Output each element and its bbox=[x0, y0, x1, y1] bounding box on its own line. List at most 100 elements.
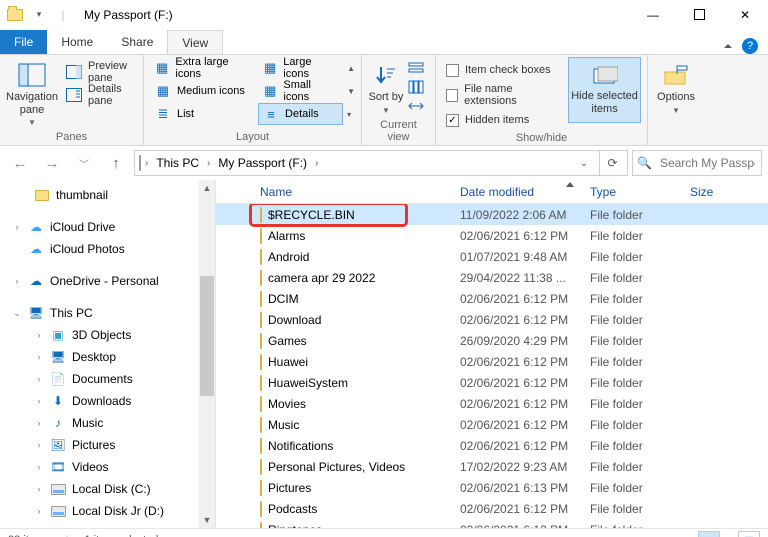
search-input[interactable] bbox=[658, 155, 757, 171]
address-bar[interactable]: › This PC › My Passport (F:) › ⌄ ⟳ bbox=[134, 150, 628, 176]
col-size[interactable]: Size bbox=[684, 180, 754, 203]
layout-list[interactable]: ≣List bbox=[150, 103, 258, 125]
scroll-thumb[interactable] bbox=[200, 276, 214, 396]
nav-desktop[interactable]: ›🖥Desktop bbox=[0, 346, 215, 368]
file-row[interactable]: Alarms02/06/2021 6:12 PMFile folder bbox=[216, 225, 768, 246]
file-name-extensions-toggle[interactable]: File name extensions bbox=[442, 84, 564, 106]
expand-icon[interactable]: › bbox=[34, 374, 44, 384]
expand-icon[interactable]: › bbox=[34, 440, 44, 450]
hide-selected-items-button[interactable]: Hide selected items bbox=[568, 57, 641, 123]
file-row[interactable]: DCIM02/06/2021 6:12 PMFile folder bbox=[216, 288, 768, 309]
collapse-ribbon-icon[interactable] bbox=[724, 44, 732, 48]
breadcrumb-this-pc[interactable]: This PC bbox=[152, 156, 203, 170]
address-dropdown-icon[interactable]: ⌄ bbox=[573, 158, 595, 169]
checkbox-unchecked-icon bbox=[446, 64, 459, 77]
share-tab[interactable]: Share bbox=[107, 30, 167, 54]
layout-small[interactable]: ▦Small icons bbox=[258, 80, 343, 102]
nav-downloads[interactable]: ›⬇Downloads bbox=[0, 390, 215, 412]
file-row[interactable]: Podcasts02/06/2021 6:12 PMFile folder bbox=[216, 498, 768, 519]
file-row[interactable]: Music02/06/2021 6:12 PMFile folder bbox=[216, 414, 768, 435]
file-tab[interactable]: File bbox=[0, 30, 47, 54]
maximize-button[interactable] bbox=[676, 0, 722, 30]
expand-icon[interactable]: › bbox=[34, 396, 44, 406]
file-row[interactable]: Ringtones02/06/2021 6:12 PMFile folder bbox=[216, 519, 768, 528]
chevron-right-icon[interactable]: › bbox=[145, 158, 148, 169]
col-type[interactable]: Type bbox=[584, 180, 684, 203]
nav-thumbnail[interactable]: thumbnail bbox=[0, 184, 215, 206]
expand-icon[interactable]: › bbox=[34, 506, 44, 516]
nav-disk-d[interactable]: ›Local Disk Jr (D:) bbox=[0, 500, 215, 522]
expand-icon[interactable]: › bbox=[34, 352, 44, 362]
chevron-right-icon[interactable]: › bbox=[207, 158, 210, 169]
file-row[interactable]: $RECYCLE.BIN11/09/2022 2:06 AMFile folde… bbox=[216, 204, 768, 225]
view-tab[interactable]: View bbox=[167, 30, 223, 54]
file-row[interactable]: Download02/06/2021 6:12 PMFile folder bbox=[216, 309, 768, 330]
title-bar: ▾ | My Passport (F:) — ✕ bbox=[0, 0, 768, 30]
breadcrumb-drive[interactable]: My Passport (F:) bbox=[214, 156, 311, 170]
file-row[interactable]: Notifications02/06/2021 6:12 PMFile fold… bbox=[216, 435, 768, 456]
expand-icon[interactable]: › bbox=[12, 222, 22, 232]
expand-icon[interactable]: › bbox=[34, 462, 44, 472]
layout-medium[interactable]: ▦Medium icons bbox=[150, 80, 258, 102]
collapse-icon[interactable]: ⌄ bbox=[12, 308, 22, 319]
file-row[interactable]: Huawei02/06/2021 6:12 PMFile folder bbox=[216, 351, 768, 372]
nav-icloud-photos[interactable]: ☁iCloud Photos bbox=[0, 238, 215, 260]
hidden-items-toggle[interactable]: ✓Hidden items bbox=[442, 109, 564, 131]
expand-icon[interactable]: › bbox=[34, 330, 44, 340]
refresh-button[interactable]: ⟳ bbox=[599, 151, 625, 175]
file-row[interactable]: Personal Pictures, Videos17/02/2022 9:23… bbox=[216, 456, 768, 477]
nav-disk-e[interactable]: ›Local Disk III (E:) bbox=[0, 522, 215, 528]
nav-videos[interactable]: ›🎞Videos bbox=[0, 456, 215, 478]
size-columns-icon[interactable] bbox=[408, 99, 424, 113]
nav-3d-objects[interactable]: ›▣3D Objects bbox=[0, 324, 215, 346]
home-tab[interactable]: Home bbox=[47, 30, 107, 54]
group-by-icon[interactable] bbox=[408, 61, 424, 75]
nav-icloud-drive[interactable]: ›☁iCloud Drive bbox=[0, 216, 215, 238]
file-row[interactable]: Movies02/06/2021 6:12 PMFile folder bbox=[216, 393, 768, 414]
scroll-down-icon[interactable]: ▼ bbox=[199, 512, 215, 528]
navigation-pane-button[interactable]: Navigation pane ▼ bbox=[6, 57, 58, 127]
layout-more-icon[interactable]: ▾ bbox=[347, 103, 355, 125]
nav-music[interactable]: ›♪Music bbox=[0, 412, 215, 434]
expand-icon[interactable]: › bbox=[34, 418, 44, 428]
file-row[interactable]: Games26/09/2020 4:29 PMFile folder bbox=[216, 330, 768, 351]
chevron-right-icon[interactable]: › bbox=[315, 158, 318, 169]
col-date[interactable]: Date modified bbox=[454, 180, 584, 203]
item-check-boxes-toggle[interactable]: Item check boxes bbox=[442, 59, 564, 81]
details-pane-button[interactable]: Details pane bbox=[62, 84, 137, 106]
expand-icon[interactable]: › bbox=[34, 484, 44, 494]
file-row[interactable]: Pictures02/06/2021 6:13 PMFile folder bbox=[216, 477, 768, 498]
layout-extra-large[interactable]: ▦Extra large icons bbox=[150, 57, 258, 79]
nav-scrollbar[interactable]: ▲ ▼ bbox=[199, 180, 215, 528]
layout-scroll-up-icon[interactable]: ▲ bbox=[347, 57, 355, 79]
sort-by-button[interactable]: Sort by ▼ bbox=[368, 57, 404, 115]
layout-details[interactable]: ≡Details bbox=[258, 103, 343, 125]
back-button[interactable]: ← bbox=[6, 149, 34, 177]
help-icon[interactable]: ? bbox=[742, 38, 758, 54]
nav-this-pc[interactable]: ⌄🖥This PC bbox=[0, 302, 215, 324]
col-name[interactable]: Name bbox=[254, 180, 454, 203]
file-row[interactable]: HuaweiSystem02/06/2021 6:12 PMFile folde… bbox=[216, 372, 768, 393]
layout-large[interactable]: ▦Large icons bbox=[258, 57, 343, 79]
qat-overflow-icon[interactable]: ▾ bbox=[28, 4, 50, 26]
options-button[interactable]: Options ▼ bbox=[654, 57, 698, 115]
forward-button[interactable]: → bbox=[38, 149, 66, 177]
minimize-button[interactable]: — bbox=[630, 0, 676, 30]
file-row[interactable]: Android01/07/2021 9:48 AMFile folder bbox=[216, 246, 768, 267]
thumbnails-view-button[interactable]: ▦ bbox=[738, 531, 760, 537]
layout-scroll-down-icon[interactable]: ▼ bbox=[347, 80, 355, 102]
details-view-button[interactable]: ≡ bbox=[698, 531, 720, 537]
close-button[interactable]: ✕ bbox=[722, 0, 768, 30]
file-row[interactable]: camera apr 29 202229/04/2022 11:38 ...Fi… bbox=[216, 267, 768, 288]
nav-pictures[interactable]: ›🖼Pictures bbox=[0, 434, 215, 456]
nav-onedrive[interactable]: ›☁OneDrive - Personal bbox=[0, 270, 215, 292]
preview-pane-button[interactable]: Preview pane bbox=[62, 61, 137, 83]
nav-disk-c[interactable]: ›Local Disk (C:) bbox=[0, 478, 215, 500]
expand-icon[interactable]: › bbox=[12, 276, 22, 286]
recent-locations-button[interactable]: ﹀ bbox=[70, 149, 98, 177]
scroll-up-icon[interactable]: ▲ bbox=[199, 180, 215, 196]
up-button[interactable]: ↑ bbox=[102, 149, 130, 177]
nav-documents[interactable]: ›📄Documents bbox=[0, 368, 215, 390]
search-box[interactable]: 🔍 bbox=[632, 150, 762, 176]
add-columns-icon[interactable] bbox=[408, 80, 424, 94]
